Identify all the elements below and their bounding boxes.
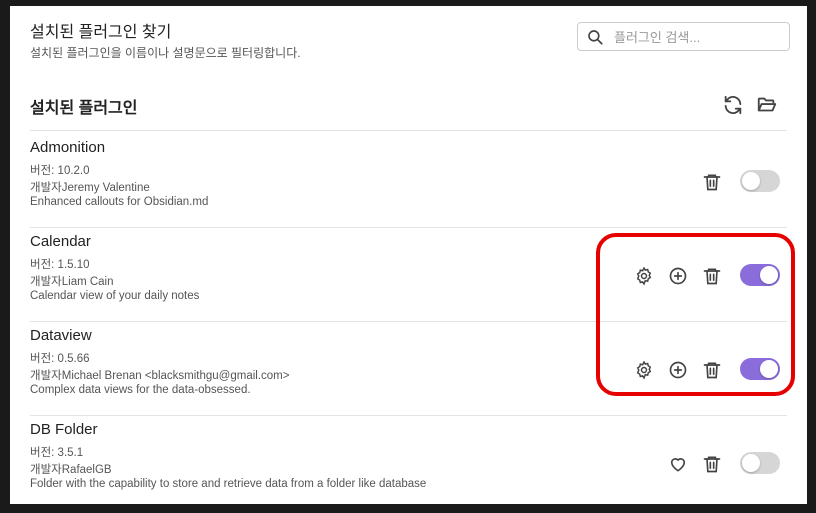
plugin-version: 버전: 1.5.10 (30, 259, 90, 271)
add-hotkey-button[interactable] (668, 266, 688, 286)
plugin-name: Admonition (30, 139, 106, 156)
plugin-version: 버전: 0.5.66 (30, 353, 90, 365)
reload-plugins-button[interactable] (722, 94, 744, 116)
plugin-enable-toggle[interactable] (740, 264, 780, 286)
plugin-version: 버전: 3.5.1 (30, 447, 84, 459)
gear-icon (636, 360, 652, 380)
uninstall-button[interactable] (702, 454, 722, 474)
plugin-controls (700, 170, 780, 194)
search-section: 설치된 플러그인 찾기 설치된 플러그인을 이름이나 설명문으로 필터링합니다. (30, 18, 790, 68)
uninstall-button[interactable] (702, 172, 722, 192)
plugin-controls (632, 358, 780, 382)
installed-plugins-title: 설치된 플러그인 (30, 100, 138, 117)
uninstall-button[interactable] (702, 360, 722, 380)
trash-icon (703, 268, 721, 285)
search-title: 설치된 플러그인 찾기 (30, 24, 172, 41)
plugin-description: Folder with the capability to store and … (30, 478, 427, 490)
plugin-name: DB Folder (30, 421, 98, 438)
search-icon (586, 28, 604, 46)
plugin-author: 개발자Michael Brenan <blacksmithgu@gmail.co… (30, 370, 290, 382)
plugin-item-dataview: Dataview 버전: 0.5.66 개발자Michael Brenan <b… (30, 322, 787, 416)
donate-button[interactable] (668, 454, 688, 474)
trash-icon (703, 456, 721, 473)
add-hotkey-button[interactable] (668, 360, 688, 380)
plugin-enable-toggle[interactable] (740, 358, 780, 380)
plugin-options-button[interactable] (634, 266, 654, 286)
plugin-description: Calendar view of your daily notes (30, 290, 200, 302)
plugin-search-input[interactable] (612, 26, 786, 48)
plugin-item-admonition: Admonition 버전: 10.2.0 개발자Jeremy Valentin… (30, 134, 787, 228)
plugin-controls (632, 264, 780, 288)
plugin-options-button[interactable] (634, 360, 654, 380)
heart-icon (670, 458, 686, 472)
plus-circle-icon (669, 267, 687, 285)
plugin-name: Calendar (30, 233, 91, 250)
plugin-item-db-folder: DB Folder 버전: 3.5.1 개발자RafaelGB Folder w… (30, 416, 787, 504)
plugin-description: Enhanced callouts for Obsidian.md (30, 196, 209, 208)
plugin-author: 개발자Jeremy Valentine (30, 182, 150, 194)
search-description: 설치된 플러그인을 이름이나 설명문으로 필터링합니다. (30, 46, 301, 60)
plugin-search-box[interactable] (577, 22, 790, 51)
plugin-controls (666, 452, 780, 476)
plus-circle-icon (669, 361, 687, 379)
uninstall-button[interactable] (702, 266, 722, 286)
folder-open-icon (757, 97, 777, 112)
plugin-version: 버전: 10.2.0 (30, 165, 90, 177)
plugin-name: Dataview (30, 327, 92, 344)
installed-plugins-header: 설치된 플러그인 (30, 90, 787, 131)
plugin-enable-toggle[interactable] (740, 452, 780, 474)
plugin-description: Complex data views for the data-obsessed… (30, 384, 251, 396)
gear-icon (636, 266, 652, 286)
plugin-author: 개발자Liam Cain (30, 276, 114, 288)
plugin-item-calendar: Calendar 버전: 1.5.10 개발자Liam Cain Calenda… (30, 228, 787, 322)
trash-icon (703, 362, 721, 379)
refresh-icon (724, 95, 742, 115)
open-plugins-folder-button[interactable] (756, 94, 778, 116)
trash-icon (703, 174, 721, 191)
plugin-enable-toggle[interactable] (740, 170, 780, 192)
plugin-settings-panel: 설치된 플러그인 찾기 설치된 플러그인을 이름이나 설명문으로 필터링합니다.… (10, 6, 807, 504)
plugin-author: 개발자RafaelGB (30, 464, 112, 476)
